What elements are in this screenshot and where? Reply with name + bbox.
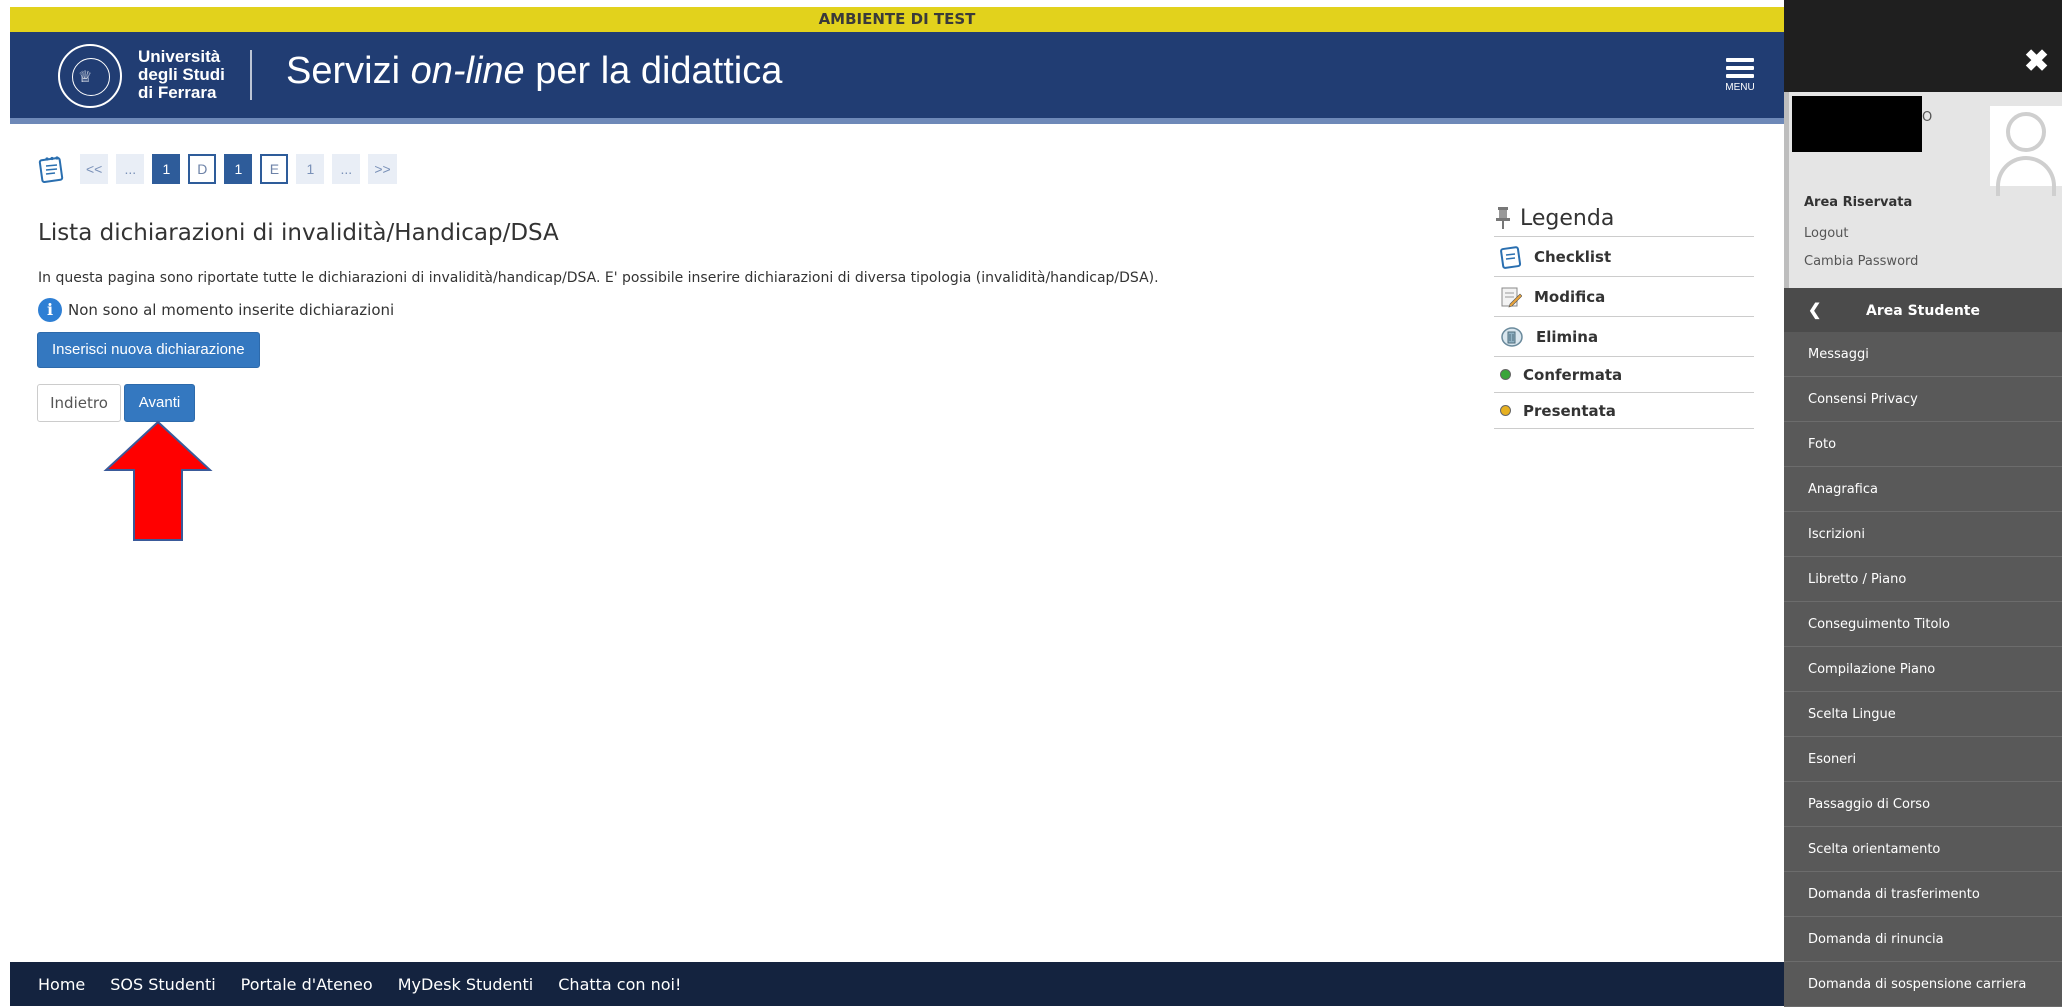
- student-area-menu: Messaggi Consensi Privacy Foto Anagrafic…: [1784, 332, 2062, 1007]
- step-1-next[interactable]: 1: [296, 154, 325, 184]
- step-navigation: << ... 1 D 1 E 1 ... >>: [38, 152, 397, 186]
- footer-link-sos-studenti[interactable]: SOS Studenti: [110, 975, 215, 994]
- test-banner-text: AMBIENTE DI TEST: [10, 7, 1784, 32]
- footer-link-home[interactable]: Home: [38, 975, 85, 994]
- legend-title-text: Legenda: [1520, 205, 1615, 231]
- step-1[interactable]: 1: [152, 154, 181, 184]
- close-icon[interactable]: ✖: [2024, 44, 2049, 79]
- next-button[interactable]: Avanti: [124, 384, 195, 422]
- header-divider: [250, 50, 252, 100]
- hamburger-bar: [1726, 74, 1754, 78]
- hamburger-bar: [1726, 66, 1754, 70]
- info-message: i Non sono al momento inserite dichiaraz…: [38, 298, 394, 322]
- info-icon: i: [38, 298, 62, 322]
- menu-item-scelta-orientamento[interactable]: Scelta orientamento: [1784, 827, 2062, 872]
- legend-label: Checklist: [1534, 247, 1612, 266]
- step-ellipsis-right[interactable]: ...: [332, 154, 361, 184]
- logo-line-2: degli Studi: [138, 65, 225, 84]
- page-title: Lista dichiarazioni di invalidità/Handic…: [38, 220, 559, 246]
- legend-label: Confermata: [1523, 365, 1623, 384]
- menu-item-consensi-privacy[interactable]: Consensi Privacy: [1784, 377, 2062, 422]
- legend-label: Elimina: [1536, 327, 1599, 346]
- legend-item-checklist: Checklist: [1494, 237, 1754, 277]
- legend-label: Modifica: [1534, 287, 1606, 306]
- change-password-link[interactable]: Cambia Password: [1804, 254, 1918, 269]
- checklist-icon[interactable]: [38, 155, 64, 183]
- student-area-header[interactable]: ❮ Area Studente: [1784, 288, 2062, 332]
- checklist-icon: [1500, 245, 1522, 269]
- legend-item-elimina: Elimina: [1494, 317, 1754, 357]
- menu-item-anagrafica[interactable]: Anagrafica: [1784, 467, 2062, 512]
- legend-label: Presentata: [1523, 401, 1616, 420]
- site-header: ♕ Università degli Studi di Ferrara Serv…: [10, 32, 1784, 124]
- site-title-italic: on-line: [410, 50, 525, 92]
- legend-item-modifica: Modifica: [1494, 277, 1754, 317]
- redacted-username: [1792, 96, 1922, 152]
- site-footer: Home SOS Studenti Portale d'Ateneo MyDes…: [10, 962, 1784, 1006]
- user-info-box: O Area Riservata Logout Cambia Password: [1784, 92, 2062, 288]
- menu-button[interactable]: MENU: [1722, 54, 1758, 100]
- side-menu-panel: ✖ O Area Riservata Logout Cambia Passwor…: [1784, 0, 2062, 1007]
- step-first[interactable]: <<: [80, 154, 109, 184]
- menu-item-passaggio-corso[interactable]: Passaggio di Corso: [1784, 782, 2062, 827]
- menu-item-iscrizioni[interactable]: Iscrizioni: [1784, 512, 2062, 557]
- step-1-current[interactable]: 1: [224, 154, 253, 184]
- menu-item-foto[interactable]: Foto: [1784, 422, 2062, 467]
- footer-link-mydesk[interactable]: MyDesk Studenti: [398, 975, 534, 994]
- reserved-area-title: Area Riservata: [1804, 195, 1913, 210]
- site-title-prefix: Servizi: [286, 50, 411, 92]
- menu-item-libretto-piano[interactable]: Libretto / Piano: [1784, 557, 2062, 602]
- avatar: [1990, 106, 2062, 196]
- university-logo-text[interactable]: Università degli Studi di Ferrara: [138, 48, 225, 102]
- info-message-text: Non sono al momento inserite dichiarazio…: [68, 301, 395, 319]
- footer-link-chat[interactable]: Chatta con noi!: [558, 975, 681, 994]
- logo-line-1: Università: [138, 47, 221, 66]
- legend-title: Legenda: [1494, 200, 1754, 237]
- delete-icon: [1501, 326, 1523, 347]
- student-area-title: Area Studente: [1866, 303, 1980, 319]
- yellow-dot-icon: [1500, 405, 1511, 416]
- step-d[interactable]: D: [188, 154, 217, 184]
- green-dot-icon: [1500, 369, 1511, 380]
- avatar-body: [1996, 156, 2056, 196]
- footer-link-portale-ateneo[interactable]: Portale d'Ateneo: [241, 975, 373, 994]
- edit-icon: [1501, 287, 1522, 307]
- red-arrow-annotation: [103, 420, 213, 541]
- menu-item-compilazione-piano[interactable]: Compilazione Piano: [1784, 647, 2062, 692]
- page-description: In questa pagina sono riportate tutte le…: [38, 270, 1159, 286]
- menu-item-conseguimento-titolo[interactable]: Conseguimento Titolo: [1784, 602, 2062, 647]
- menu-item-messaggi[interactable]: Messaggi: [1784, 332, 2062, 377]
- side-menu-top-bar: ✖: [1784, 0, 2062, 92]
- menu-item-domanda-rinuncia[interactable]: Domanda di rinuncia: [1784, 917, 2062, 962]
- menu-item-domanda-sospensione[interactable]: Domanda di sospensione carriera: [1784, 962, 2062, 1007]
- hamburger-icon: [1726, 58, 1754, 62]
- menu-item-esoneri[interactable]: Esoneri: [1784, 737, 2062, 782]
- username-visible-suffix: O: [1922, 110, 1933, 125]
- back-button[interactable]: Indietro: [37, 384, 121, 422]
- step-ellipsis-left[interactable]: ...: [116, 154, 145, 184]
- step-last[interactable]: >>: [368, 154, 397, 184]
- avatar-head: [2006, 112, 2046, 152]
- university-seal-logo[interactable]: ♕: [58, 44, 122, 108]
- menu-item-scelta-lingue[interactable]: Scelta Lingue: [1784, 692, 2062, 737]
- pin-icon: [1496, 207, 1510, 229]
- step-e[interactable]: E: [260, 154, 289, 184]
- logo-line-3: di Ferrara: [138, 83, 217, 102]
- site-title: Servizi on-line per la didattica: [286, 50, 782, 93]
- legend-item-confermata: Confermata: [1494, 357, 1754, 393]
- insert-declaration-button[interactable]: Inserisci nuova dichiarazione: [37, 332, 260, 368]
- menu-label: MENU: [1725, 82, 1755, 93]
- legend-item-presentata: Presentata: [1494, 393, 1754, 429]
- menu-item-domanda-trasferimento[interactable]: Domanda di trasferimento: [1784, 872, 2062, 917]
- legend-panel: Legenda Checklist Modifica Elimina Confe…: [1494, 200, 1754, 429]
- side-scrollbar[interactable]: [1784, 92, 1789, 288]
- logout-link[interactable]: Logout: [1804, 226, 1849, 241]
- site-title-suffix: per la didattica: [524, 50, 783, 92]
- test-environment-banner: AMBIENTE DI TEST: [0, 0, 2062, 32]
